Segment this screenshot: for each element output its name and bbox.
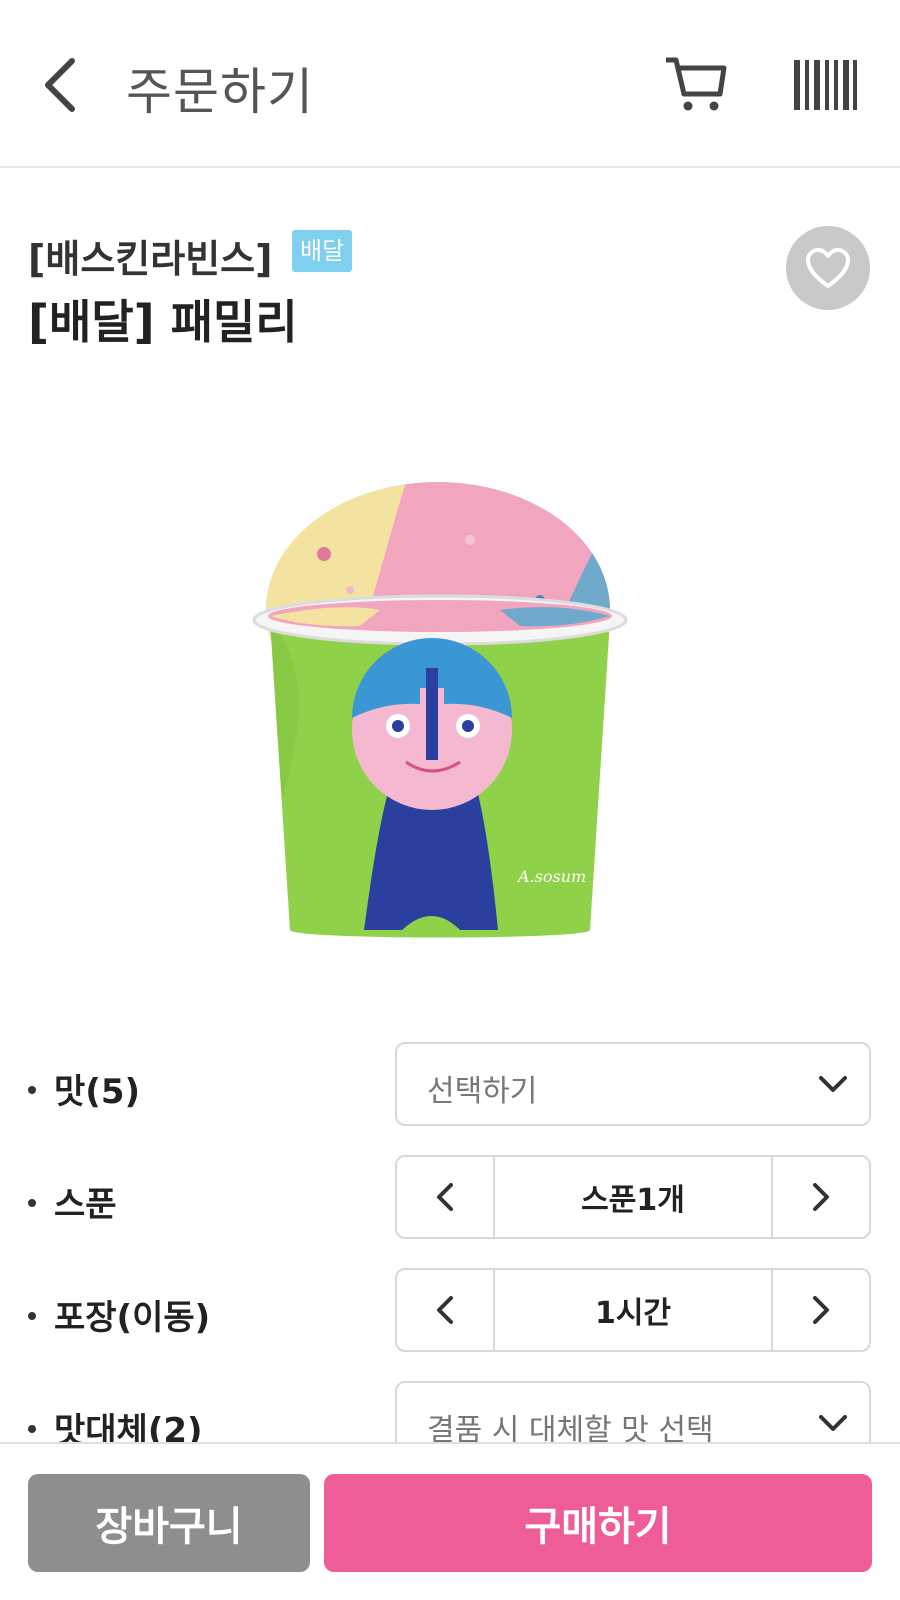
page-title: 주문하기: [126, 63, 314, 121]
bullet-icon: [28, 1311, 36, 1320]
add-to-cart-button[interactable]: 장바구니: [28, 1474, 310, 1572]
bullet-icon: [28, 1198, 36, 1207]
flavor-select-placeholder: 선택하기: [427, 1074, 538, 1109]
chevron-down-icon: [819, 1076, 847, 1092]
chevron-left-icon: [45, 58, 75, 112]
option-label-spoon: 스푼: [28, 1177, 117, 1226]
product-title: [배달] 패밀리: [28, 295, 298, 349]
top-bar: 주문하기: [0, 0, 900, 168]
spoon-stepper: 스푼1개: [395, 1155, 871, 1239]
option-row-flavor: 맛(5) 선택하기: [0, 1042, 900, 1128]
packaging-value: 1시간: [493, 1270, 773, 1350]
heart-icon: [806, 248, 850, 288]
chevron-left-icon: [437, 1296, 453, 1324]
cart-button[interactable]: [662, 52, 728, 118]
brand-name: [배스킨라빈스]: [28, 237, 273, 281]
chevron-down-icon: [819, 1415, 847, 1431]
cup-signature: A.sosum: [516, 867, 586, 886]
chevron-right-icon: [813, 1183, 829, 1211]
packaging-stepper: 1시간: [395, 1268, 871, 1352]
back-button[interactable]: [30, 50, 90, 120]
packaging-next-button[interactable]: [773, 1270, 869, 1350]
barcode-button[interactable]: [792, 58, 858, 112]
bottom-action-bar: 장바구니 구매하기: [0, 1442, 900, 1600]
bullet-icon: [28, 1424, 36, 1433]
chevron-left-icon: [437, 1183, 453, 1211]
option-row-spoon: 스푼 스푼1개: [0, 1155, 900, 1241]
barcode-icon: [794, 60, 857, 110]
spoon-value: 스푼1개: [493, 1157, 773, 1237]
favorite-button[interactable]: [786, 226, 870, 310]
buy-button[interactable]: 구매하기: [324, 1474, 872, 1572]
flavor-select[interactable]: 선택하기: [395, 1042, 871, 1126]
bullet-icon: [28, 1085, 36, 1094]
spoon-next-button[interactable]: [773, 1157, 869, 1237]
option-label-packaging: 포장(이동): [28, 1290, 210, 1339]
spoon-prev-button[interactable]: [397, 1157, 493, 1237]
option-row-packaging: 포장(이동) 1시간: [0, 1268, 900, 1354]
delivery-badge: 배달: [292, 230, 353, 272]
cart-icon: [666, 57, 727, 111]
product-image: A.sosum: [240, 470, 640, 950]
option-label-flavor: 맛(5): [28, 1064, 140, 1113]
packaging-prev-button[interactable]: [397, 1270, 493, 1350]
ice-cream-cup-illustration: A.sosum: [252, 482, 628, 938]
chevron-right-icon: [813, 1296, 829, 1324]
